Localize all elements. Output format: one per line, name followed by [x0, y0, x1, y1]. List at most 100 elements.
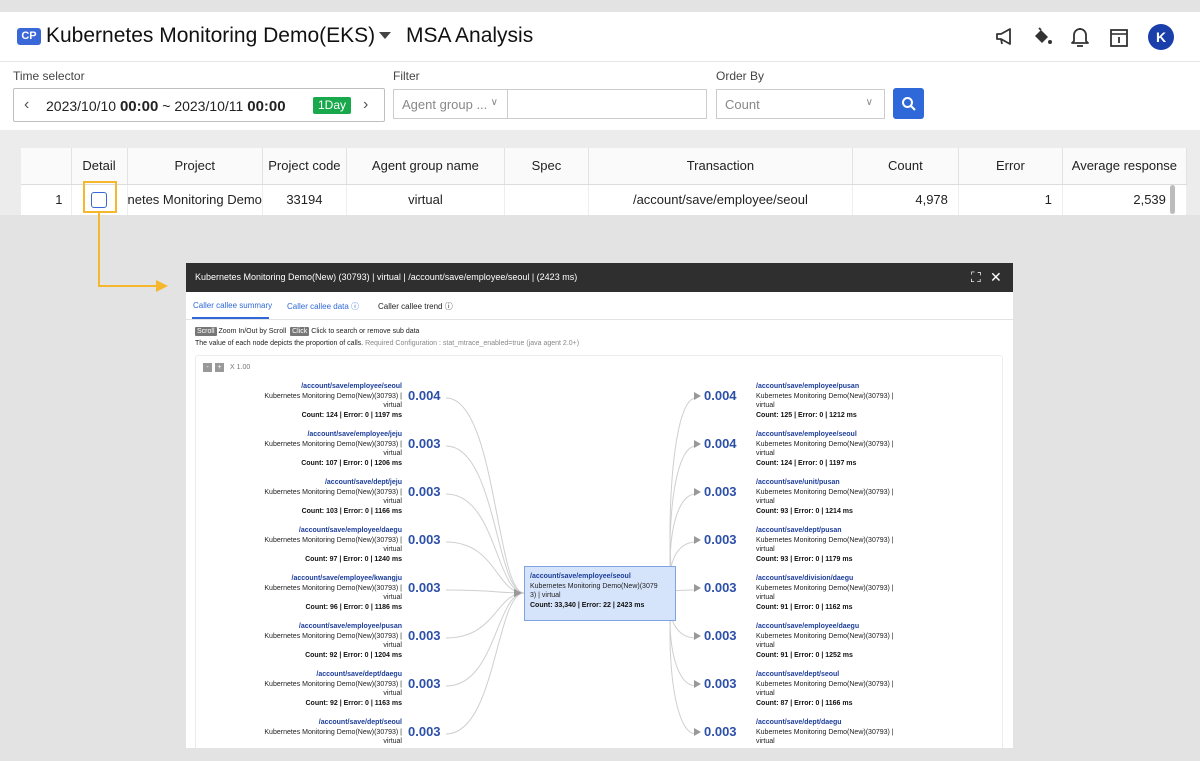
node-proportion: 0.003 — [408, 628, 441, 643]
caller-node[interactable]: 0.003/account/save/dept/jeju Kubernetes M… — [252, 478, 508, 524]
node-url: /account/save/dept/pusan — [756, 527, 842, 534]
avatar[interactable]: K — [1148, 24, 1174, 50]
tab-caller-callee-trend[interactable]: Caller callee trend ⓘ — [378, 301, 453, 312]
col-count[interactable]: Count — [852, 148, 959, 185]
filter-type-select[interactable]: Agent group ... ∨ — [393, 89, 508, 119]
col-project-code[interactable]: Project code — [262, 148, 347, 185]
caller-node[interactable]: 0.003/account/save/employee/daegu Kuberne… — [252, 526, 508, 572]
caller-node[interactable]: 0.003/account/save/employee/jeju Kubernet… — [252, 430, 508, 476]
node-project: Kubernetes Monitoring Demo(New)(30793) | — [264, 392, 402, 400]
bell-icon[interactable] — [1067, 24, 1093, 50]
node-details: /account/save/employee/kwangju Kubernetes… — [252, 574, 402, 612]
chevron-down-icon[interactable] — [379, 32, 391, 39]
node-project: Kubernetes Monitoring Demo(New)(30793) | — [756, 680, 894, 688]
search-icon — [901, 96, 916, 111]
callee-node[interactable]: 0.003/account/save/dept/daegu Kubernetes … — [694, 718, 960, 748]
results-grid-area: Detail Project Project code Agent group … — [0, 130, 1200, 215]
popup-title: Kubernetes Monitoring Demo(New) (30793) … — [195, 272, 578, 282]
caller-node[interactable]: 0.003/account/save/employee/kwangju Kuber… — [252, 574, 508, 620]
node-project: Kubernetes Monitoring Demo(New)(30793) | — [264, 632, 402, 640]
caller-node[interactable]: 0.004/account/save/employee/seoul Kuberne… — [252, 382, 508, 428]
node-project: Kubernetes Monitoring Demo(New)(30793) | — [264, 680, 402, 688]
col-agent-group[interactable]: Agent group name — [346, 148, 505, 185]
node-project: Kubernetes Monitoring Demo(New)(30793) | — [264, 488, 402, 496]
paint-bucket-icon[interactable] — [1029, 24, 1055, 50]
prev-chevron-icon[interactable]: ‹ — [24, 96, 29, 114]
col-detail[interactable]: Detail — [71, 148, 128, 185]
time-selector[interactable]: ‹ 2023/10/10 00:00 ~ 2023/10/11 00:00 1D… — [13, 88, 385, 122]
callee-node[interactable]: 0.003/account/save/division/daegu Kuberne… — [694, 574, 960, 620]
node-details: /account/save/employee/seoul Kubernetes M… — [756, 430, 906, 468]
node-proportion: 0.003 — [408, 580, 441, 595]
tab-caller-callee-summary[interactable]: Caller callee summary — [193, 301, 272, 310]
caller-node[interactable]: 0.003/account/save/dept/seoul Kubernetes … — [252, 718, 508, 748]
search-button[interactable] — [893, 88, 924, 119]
callee-node[interactable]: 0.003/account/save/dept/seoul Kubernetes … — [694, 670, 960, 716]
node-stats: Count: 93 | Error: 0 | 1214 ms — [756, 507, 853, 515]
filter-input[interactable] — [507, 89, 707, 119]
callee-node[interactable]: 0.003/account/save/unit/pusan Kubernetes … — [694, 478, 960, 524]
tab-caller-callee-data[interactable]: Caller callee data ⓘ — [287, 301, 359, 312]
time-range-text[interactable]: 2023/10/10 00:00 ~ 2023/10/11 00:00 — [46, 98, 286, 115]
node-stats: Count: 91 | Error: 0 | 1252 ms — [756, 651, 853, 659]
megaphone-icon[interactable] — [992, 24, 1018, 50]
order-by-label: Order By — [716, 69, 765, 83]
calendar-icon[interactable] — [1106, 24, 1132, 50]
project-selector[interactable]: Kubernetes Monitoring Demo(EKS) — [46, 24, 375, 48]
node-group: virtual — [383, 546, 402, 553]
node-details: /account/save/dept/seoul Kubernetes Monit… — [756, 670, 906, 708]
spec-cell — [504, 184, 589, 215]
table-header-row: Detail Project Project code Agent group … — [21, 148, 1187, 185]
node-url: /account/save/employee/pusan — [298, 623, 402, 630]
node-project: Kubernetes Monitoring Demo(New)(30793) | — [756, 440, 894, 448]
col-transaction[interactable]: Transaction — [588, 148, 853, 185]
order-by-select[interactable]: Count ∨ — [716, 89, 885, 119]
node-url: /account/save/employee/daegu — [298, 527, 402, 534]
center-node[interactable]: /account/save/employee/seoul Kubernetes … — [524, 566, 676, 621]
node-group: virtual — [756, 594, 775, 601]
close-icon[interactable]: ✕ — [990, 270, 1002, 284]
next-chevron-icon[interactable]: › — [363, 96, 368, 114]
node-details: /account/save/division/daegu Kubernetes M… — [756, 574, 906, 612]
col-spec[interactable]: Spec — [504, 148, 589, 185]
detail-highlight-box — [83, 181, 117, 213]
node-url: /account/save/division/daegu — [756, 575, 854, 582]
table-row[interactable]: 1 netes Monitoring Demo 33194 virtual /a… — [21, 184, 1187, 215]
node-proportion: 0.003 — [408, 436, 441, 451]
node-group: virtual — [383, 450, 402, 457]
node-group: virtual — [383, 402, 402, 409]
node-url: /account/save/employee/jeju — [307, 431, 402, 438]
row-index: 1 — [21, 184, 72, 215]
node-details: /account/save/dept/daegu Kubernetes Monit… — [756, 718, 906, 747]
node-stats: Count: 92 | Error: 0 | 1163 ms — [305, 699, 402, 707]
node-url: /account/save/employee/daegu — [756, 623, 860, 630]
col-index — [21, 148, 72, 185]
info-icon: ⓘ — [444, 302, 453, 311]
callout-line — [98, 213, 100, 287]
node-proportion: 0.003 — [704, 724, 737, 739]
node-group: virtual — [756, 642, 775, 649]
col-error[interactable]: Error — [958, 148, 1063, 185]
results-table: Detail Project Project code Agent group … — [21, 148, 1187, 215]
callee-node[interactable]: 0.003/account/save/employee/daegu Kuberne… — [694, 622, 960, 668]
range-badge[interactable]: 1Day — [313, 97, 351, 114]
callee-node[interactable]: 0.003/account/save/dept/pusan Kubernetes … — [694, 526, 960, 572]
caller-node[interactable]: 0.003/account/save/employee/pusan Kuberne… — [252, 622, 508, 668]
fullscreen-icon[interactable]: ⛶ — [971, 270, 981, 284]
caller-callee-graph[interactable]: - + X 1.00 /account/save/employee/seoul … — [195, 355, 1003, 748]
callee-node[interactable]: 0.004/account/save/employee/pusan Kuberne… — [694, 382, 960, 428]
error-cell: 1 — [958, 184, 1063, 215]
caller-node[interactable]: 0.003/account/save/dept/daegu Kubernetes … — [252, 670, 508, 716]
play-arrow-icon — [694, 584, 701, 592]
callee-node[interactable]: 0.004/account/save/employee/seoul Kuberne… — [694, 430, 960, 476]
node-details: /account/save/employee/daegu Kubernetes M… — [252, 526, 402, 564]
transaction-cell[interactable]: /account/save/employee/seoul — [588, 184, 853, 215]
vertical-scrollbar[interactable] — [1170, 185, 1175, 214]
node-project: Kubernetes Monitoring Demo(New)(30793) | — [756, 584, 894, 592]
node-proportion: 0.003 — [408, 484, 441, 499]
node-url: /account/save/dept/seoul — [318, 719, 402, 726]
col-average-response[interactable]: Average response — [1062, 148, 1187, 185]
top-header: CP Kubernetes Monitoring Demo(EKS) MSA A… — [0, 12, 1200, 62]
col-project[interactable]: Project — [127, 148, 263, 185]
node-details: /account/save/employee/jeju Kubernetes Mo… — [252, 430, 402, 468]
